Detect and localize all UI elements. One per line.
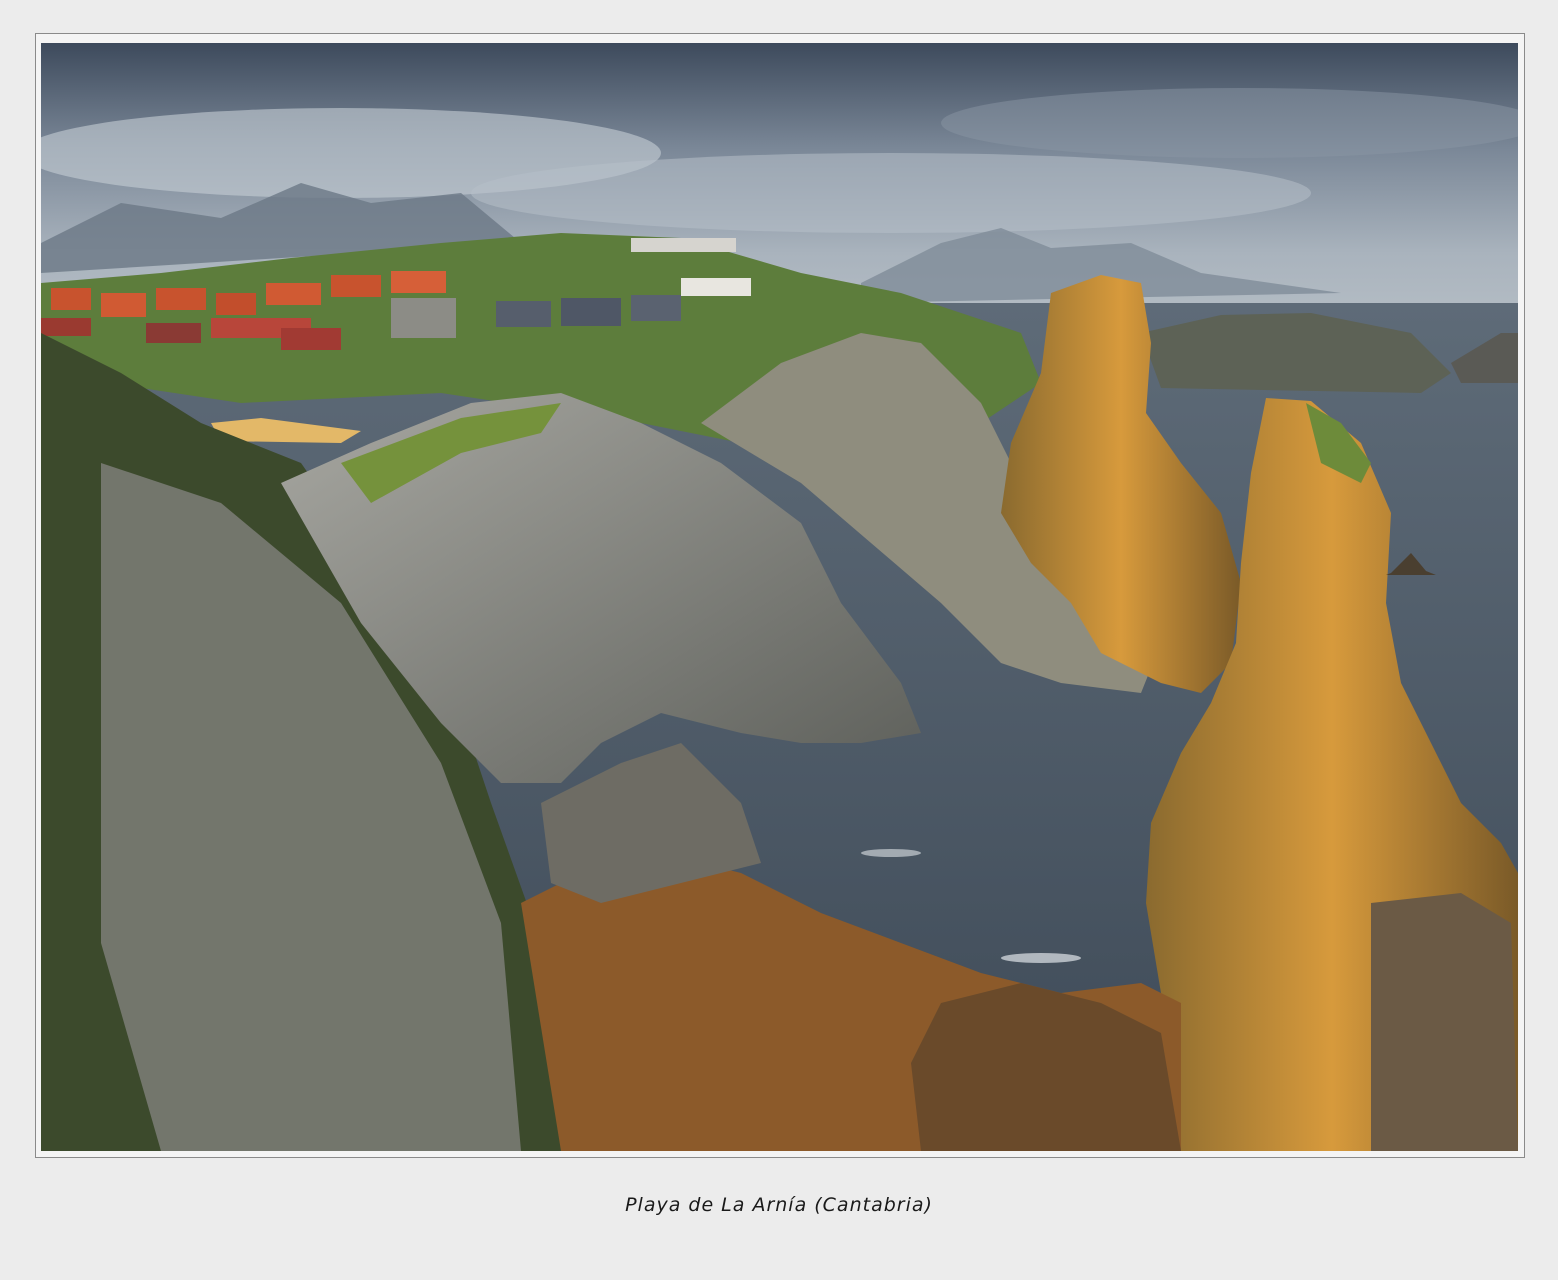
foreground-rocks xyxy=(1371,893,1518,1151)
cloud xyxy=(471,153,1311,233)
photo-caption: Playa de La Arnía (Cantabria) xyxy=(625,1194,933,1216)
surf xyxy=(861,849,921,857)
landscape-photo xyxy=(41,43,1518,1151)
coastal-cliffs-scene xyxy=(41,43,1518,1151)
surf xyxy=(1001,953,1081,963)
cloud xyxy=(941,88,1518,158)
